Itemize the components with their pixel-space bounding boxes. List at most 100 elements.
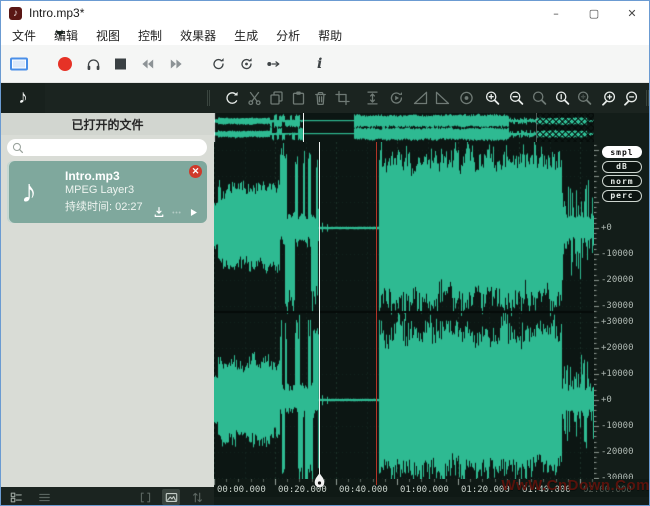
- menu-item-2[interactable]: 视图: [87, 25, 129, 46]
- play-icon[interactable]: [188, 207, 199, 218]
- monitor-button[interactable]: [86, 56, 101, 71]
- preview-loop-icon: [389, 91, 404, 106]
- fade-out-button[interactable]: [435, 91, 450, 106]
- info-button[interactable]: i: [317, 56, 322, 72]
- levels-icon[interactable]: [171, 207, 182, 218]
- cut-button[interactable]: [247, 91, 262, 106]
- search-input[interactable]: [27, 141, 207, 154]
- menu-item-3[interactable]: 控制: [129, 25, 171, 46]
- selection-tool-icon: [10, 57, 28, 70]
- list-view-button[interactable]: [7, 489, 25, 505]
- loop-selection-button[interactable]: [239, 56, 254, 71]
- scale-label: +0: [601, 395, 612, 405]
- menu-item-7[interactable]: 帮助: [309, 25, 351, 46]
- delete-button[interactable]: [313, 91, 328, 106]
- scale-label: -30000: [601, 301, 634, 311]
- brackets-view-button[interactable]: [136, 489, 154, 505]
- zoom-one-icon: [555, 91, 570, 106]
- copy-icon: [269, 91, 284, 106]
- edit-cursor[interactable]: [319, 142, 320, 475]
- loop-icon: [211, 56, 226, 71]
- record-button[interactable]: [58, 57, 72, 71]
- scale-label: -20000: [601, 275, 634, 285]
- delete-icon: [313, 91, 328, 106]
- cut-icon: [247, 91, 262, 106]
- crop-button[interactable]: [335, 91, 350, 106]
- file-format: MPEG Layer3: [65, 184, 134, 196]
- download-icon[interactable]: [153, 206, 165, 218]
- stop-icon: [115, 58, 126, 69]
- paste-button[interactable]: [291, 91, 306, 106]
- overview-cursor: [303, 113, 304, 142]
- scale-unit-smpl[interactable]: smpl: [602, 146, 642, 158]
- previous-button[interactable]: [140, 56, 155, 71]
- amplitude-scale: +0-10000-20000-30000+30000+20000+10000+0…: [594, 113, 650, 497]
- stop-button[interactable]: [115, 58, 126, 69]
- scale-label: -20000: [601, 447, 634, 457]
- paste-icon: [291, 91, 306, 106]
- scale-unit-norm[interactable]: norm: [602, 175, 642, 187]
- amplify-button[interactable]: [459, 91, 474, 106]
- playback-cursor: [376, 142, 377, 485]
- sidebar-statusbar: [1, 487, 214, 506]
- zoom-in-icon: [485, 91, 500, 106]
- transport-toolbar: 44.1 kHz stereo -0000:00:54.460 i: [1, 45, 650, 83]
- music-note-icon: ♪: [21, 173, 37, 210]
- fade-out-icon: [435, 91, 450, 106]
- compact-list-view-button[interactable]: [35, 489, 53, 505]
- copy-button[interactable]: [269, 91, 284, 106]
- zoom-one-button[interactable]: [555, 91, 570, 106]
- edit-toolbar: ♪: [1, 83, 650, 113]
- scale-label: +20000: [601, 343, 634, 353]
- close-file-button[interactable]: ✕: [189, 165, 202, 178]
- zoom-full-button[interactable]: [577, 91, 592, 106]
- file-name: Intro.mp3: [65, 169, 120, 183]
- close-button[interactable]: ✕: [613, 1, 650, 25]
- file-card[interactable]: ♪ Intro.mp3 MPEG Layer3 持续时间: 02:27 ✕: [7, 161, 207, 223]
- fade-in-button[interactable]: [413, 91, 428, 106]
- menu-item-6[interactable]: 分析: [267, 25, 309, 46]
- sort-order-button[interactable]: [188, 489, 206, 505]
- vertical-zoom-in-button[interactable]: [601, 91, 616, 106]
- scale-unit-dB[interactable]: dB: [602, 161, 642, 173]
- edit-cursor-handle[interactable]: [314, 473, 325, 489]
- zoom-selection-button[interactable]: [532, 91, 547, 106]
- play-from-cursor-button[interactable]: [266, 56, 281, 71]
- scale-unit-perc[interactable]: perc: [602, 190, 642, 202]
- undo-icon: [225, 91, 240, 106]
- vertical-zoom-out-button[interactable]: [623, 91, 638, 106]
- preview-loop-button[interactable]: [389, 91, 404, 106]
- document-tab[interactable]: ♪: [1, 83, 45, 113]
- selection-tool-button[interactable]: [10, 57, 28, 70]
- record-icon: [58, 57, 72, 71]
- adjust-vertical-button[interactable]: [365, 91, 380, 106]
- image-view-button[interactable]: [162, 489, 180, 505]
- window-title: Intro.mp3*: [29, 6, 84, 20]
- vertical-zoom-out-icon: [623, 91, 638, 106]
- zoom-in-button[interactable]: [485, 91, 500, 106]
- menu-item-0[interactable]: 文件: [3, 25, 45, 46]
- menu-item-5[interactable]: 生成: [225, 25, 267, 46]
- zoom-selection-icon: [532, 91, 547, 106]
- scale-label: -10000: [601, 249, 634, 259]
- zoom-out-button[interactable]: [509, 91, 524, 106]
- file-overview[interactable]: [214, 113, 594, 142]
- separator-icon: [207, 90, 210, 106]
- fade-in-icon: [413, 91, 428, 106]
- overview-out-of-view-hatch: [536, 113, 594, 142]
- separator-icon: [646, 90, 649, 106]
- menu-item-4[interactable]: 效果器: [171, 25, 225, 46]
- window-controls: –▢✕: [537, 1, 650, 25]
- toolbar-separator: [646, 90, 649, 106]
- search-box[interactable]: [7, 139, 207, 156]
- main-waveform[interactable]: [214, 142, 594, 479]
- loop-button[interactable]: [211, 56, 226, 71]
- menu-item-1[interactable]: 编辑: [45, 25, 87, 46]
- minimize-button[interactable]: –: [537, 1, 575, 25]
- info-icon: i: [317, 56, 322, 72]
- undo-button[interactable]: [225, 91, 240, 106]
- adjust-vertical-icon: [365, 91, 380, 106]
- maximize-button[interactable]: ▢: [575, 1, 613, 25]
- loop-selection-icon: [239, 56, 254, 71]
- next-button[interactable]: [169, 56, 184, 71]
